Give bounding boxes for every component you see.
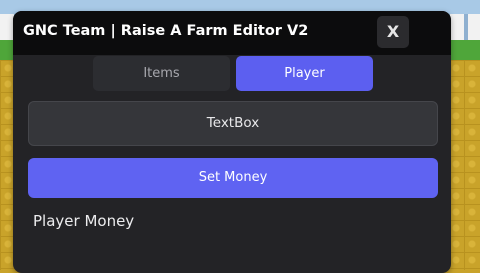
title-bar[interactable]: GNC Team | Raise A Farm Editor V2 X xyxy=(13,11,451,55)
editor-window: GNC Team | Raise A Farm Editor V2 X Item… xyxy=(13,11,451,273)
money-textbox[interactable]: TextBox xyxy=(28,101,438,146)
close-button[interactable]: X xyxy=(377,16,409,48)
set-money-button[interactable]: Set Money xyxy=(28,158,438,198)
player-money-label: Player Money xyxy=(33,212,135,230)
window-title: GNC Team | Raise A Farm Editor V2 xyxy=(23,23,309,39)
tab-items[interactable]: Items xyxy=(93,56,230,91)
tab-player[interactable]: Player xyxy=(236,56,373,91)
